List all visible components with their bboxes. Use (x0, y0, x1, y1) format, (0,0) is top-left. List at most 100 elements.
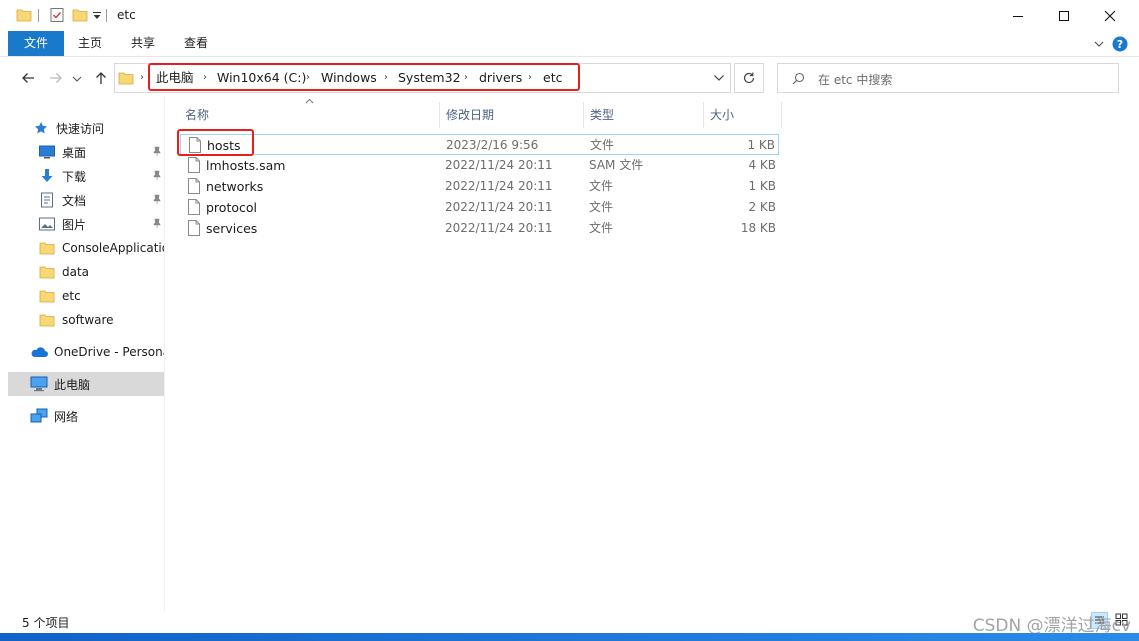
nav-item-folder[interactable]: ConsoleApplication (8, 236, 164, 260)
file-size: 2 KB (748, 200, 776, 214)
file-icon (188, 157, 200, 173)
file-row-hosts[interactable]: hosts 2023/2/16 9:56 文件 1 KB (180, 134, 779, 155)
nav-quick-access[interactable]: 快速访问 (8, 116, 164, 140)
file-row[interactable]: lmhosts.sam 2022/11/24 20:11 SAM 文件 4 KB (180, 155, 779, 176)
file-date: 2022/11/24 20:11 (445, 179, 553, 193)
pane-divider[interactable] (164, 98, 165, 611)
file-size: 1 KB (747, 138, 775, 152)
nav-label: data (62, 265, 90, 279)
new-folder-icon[interactable] (72, 7, 88, 23)
properties-icon[interactable] (49, 7, 65, 23)
hosts-highlight-box (177, 129, 254, 156)
nav-item-pictures[interactable]: 图片 (8, 212, 164, 236)
file-size: 4 KB (748, 158, 776, 172)
toolbar-divider (106, 9, 107, 22)
address-folder-icon (118, 70, 134, 86)
file-type: SAM 文件 (589, 158, 644, 172)
forward-button[interactable] (45, 67, 67, 89)
nav-item-folder[interactable]: etc (8, 284, 164, 308)
file-type: 文件 (589, 179, 614, 193)
pin-icon[interactable] (152, 218, 162, 228)
tab-share[interactable]: 共享 (119, 31, 167, 56)
close-button[interactable] (1087, 0, 1133, 31)
nav-item-folder[interactable]: data (8, 260, 164, 284)
nav-label: 文档 (62, 193, 87, 208)
help-icon[interactable]: ? (1112, 36, 1128, 52)
address-highlight-box (148, 63, 580, 91)
nav-label: 此电脑 (54, 377, 91, 392)
address-dropdown-icon[interactable] (713, 74, 725, 82)
nav-label: OneDrive - Personal (54, 345, 164, 359)
nav-this-pc[interactable]: 此电脑 (8, 372, 164, 396)
search-icon (792, 72, 805, 85)
file-date: 2022/11/24 20:11 (445, 158, 553, 172)
file-row[interactable]: services 2022/11/24 20:11 文件 18 KB (180, 218, 779, 239)
documents-icon (38, 191, 56, 209)
pin-icon[interactable] (152, 146, 162, 156)
svg-text:?: ? (1117, 38, 1123, 51)
column-header-type[interactable]: 类型 (584, 102, 704, 128)
file-icon (188, 199, 200, 215)
file-date: 2022/11/24 20:11 (445, 200, 553, 214)
status-bar: 5 个项目 (0, 611, 1139, 633)
ribbon-tabs: 文件 主页 共享 查看 ? (0, 31, 1139, 57)
recent-locations-icon[interactable] (72, 75, 82, 83)
file-icon (188, 178, 200, 194)
maximize-button[interactable] (1041, 0, 1087, 31)
nav-item-documents[interactable]: 文档 (8, 188, 164, 212)
taskbar-edge (0, 633, 1139, 641)
star-icon (32, 119, 50, 137)
pictures-icon (38, 215, 56, 233)
customize-quick-access-icon[interactable] (92, 11, 102, 21)
file-name: networks (206, 179, 264, 194)
back-button[interactable] (17, 67, 39, 89)
pin-icon[interactable] (152, 194, 162, 204)
nav-label: ConsoleApplication (62, 241, 164, 255)
file-type: 文件 (589, 221, 614, 235)
search-box[interactable]: 在 etc 中搜索 (777, 63, 1119, 93)
expand-ribbon-icon[interactable] (1094, 39, 1104, 49)
column-header-size[interactable]: 大小 (704, 102, 782, 128)
file-row[interactable]: protocol 2022/11/24 20:11 文件 2 KB (180, 197, 779, 218)
title-bar: etc (0, 0, 1139, 31)
file-date: 2022/11/24 20:11 (445, 221, 553, 235)
cloud-icon (30, 343, 48, 361)
pin-icon[interactable] (152, 170, 162, 180)
file-date: 2023/2/16 9:56 (446, 138, 539, 152)
folder-icon (16, 7, 32, 23)
breadcrumb-separator[interactable]: › (140, 69, 144, 87)
file-size: 1 KB (748, 179, 776, 193)
nav-label: 网络 (54, 409, 79, 424)
nav-network[interactable]: 网络 (8, 404, 164, 428)
nav-label: 下载 (62, 169, 87, 184)
column-header-name[interactable]: 名称 (179, 102, 440, 128)
file-type: 文件 (589, 200, 614, 214)
download-icon (38, 167, 56, 185)
file-name: services (206, 221, 258, 236)
computer-icon (30, 375, 48, 393)
nav-label: 桌面 (62, 145, 87, 160)
toolbar-divider (38, 9, 39, 22)
file-size: 18 KB (740, 221, 776, 235)
column-header-date[interactable]: 修改日期 (440, 102, 584, 128)
file-row[interactable]: networks 2022/11/24 20:11 文件 1 KB (180, 176, 779, 197)
search-placeholder: 在 etc 中搜索 (818, 73, 893, 87)
refresh-button[interactable] (734, 63, 764, 93)
nav-label: 图片 (62, 217, 87, 232)
window-title: etc (117, 8, 136, 22)
minimize-button[interactable] (995, 0, 1041, 31)
up-button[interactable] (90, 67, 112, 89)
refresh-icon (743, 72, 755, 84)
nav-onedrive[interactable]: OneDrive - Personal (8, 340, 164, 364)
nav-label: 快速访问 (56, 121, 105, 136)
tab-view[interactable]: 查看 (172, 31, 220, 56)
network-icon (30, 407, 48, 425)
tab-home[interactable]: 主页 (66, 31, 114, 56)
nav-item-desktop[interactable]: 桌面 (8, 140, 164, 164)
nav-label: etc (62, 289, 81, 303)
folder-icon (38, 239, 56, 257)
tab-file[interactable]: 文件 (8, 31, 64, 56)
nav-item-folder[interactable]: software (8, 308, 164, 332)
nav-item-downloads[interactable]: 下载 (8, 164, 164, 188)
folder-icon (38, 263, 56, 281)
